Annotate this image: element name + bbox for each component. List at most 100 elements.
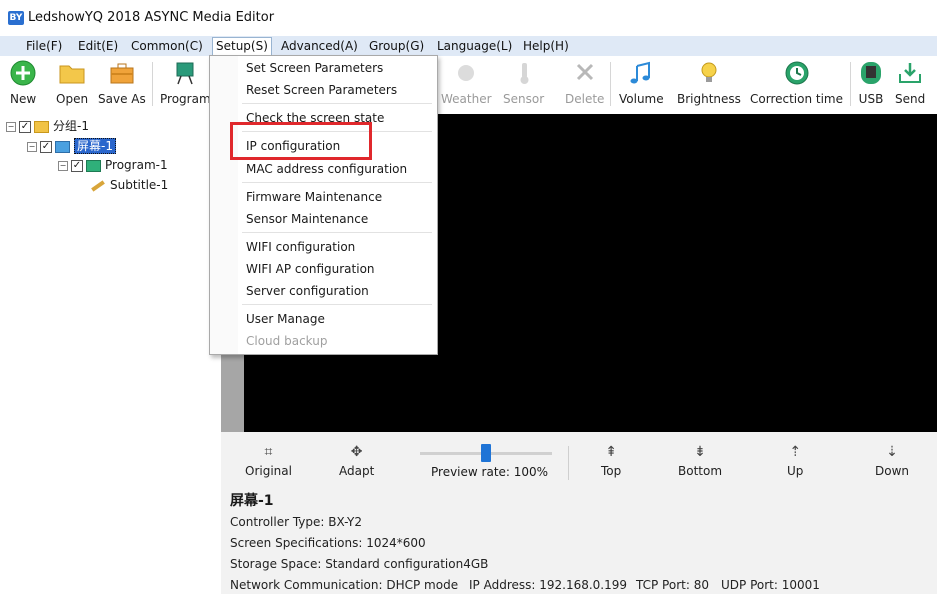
checkbox[interactable]: ✓	[40, 140, 52, 153]
correction-time-button[interactable]: Correction time	[750, 60, 843, 106]
usb-button[interactable]: USB	[857, 60, 885, 106]
lightbulb-icon	[701, 62, 717, 82]
adapt-button[interactable]: ✥ Adapt	[339, 444, 374, 478]
collapse-icon[interactable]: −	[27, 141, 37, 152]
tcp-port-text: TCP Port: 80	[636, 578, 709, 592]
thermometer-icon	[520, 63, 529, 84]
checkbox[interactable]: ✓	[71, 159, 83, 172]
collapse-icon[interactable]: −	[6, 121, 16, 132]
tree-item-label: 屏幕-1	[74, 138, 116, 154]
storage-text: Storage Space: Standard configuration4GB	[230, 557, 489, 571]
tree-item-screen[interactable]: − ✓ 屏幕-1	[27, 138, 116, 154]
udp-port-text: UDP Port: 10001	[721, 578, 820, 592]
menu-setup[interactable]: Setup(S)	[212, 37, 272, 56]
screen-icon	[55, 140, 70, 153]
menu-separator	[242, 103, 432, 104]
volume-button[interactable]: Volume	[619, 60, 664, 106]
toolbar-separator	[152, 62, 153, 106]
sensor-label: Sensor	[503, 92, 545, 106]
brightness-button[interactable]: Brightness	[677, 60, 741, 106]
program-button[interactable]: Program	[160, 60, 211, 106]
toolbar: New Open Save As Program Weather Sensor …	[0, 56, 937, 115]
checkbox[interactable]: ✓	[19, 120, 31, 133]
tree-item-label: 分组-1	[53, 119, 89, 133]
menu-separator	[242, 182, 432, 183]
menu-group[interactable]: Group(G)	[366, 38, 427, 54]
menu-edit[interactable]: Edit(E)	[75, 38, 121, 54]
send-button[interactable]: Send	[895, 60, 925, 106]
menu-item-sensor-maintenance[interactable]: Sensor Maintenance	[246, 210, 368, 228]
menu-item-firmware-maintenance[interactable]: Firmware Maintenance	[246, 188, 382, 206]
weather-button[interactable]: Weather	[441, 60, 492, 106]
folder-icon	[34, 120, 49, 133]
down-label: Down	[875, 464, 910, 478]
menu-advanced[interactable]: Advanced(A)	[278, 38, 361, 54]
menu-separator	[242, 304, 432, 305]
usb-drive-icon	[861, 62, 881, 84]
move-bottom-icon: ⇟	[694, 444, 706, 460]
original-button[interactable]: ⌗ Original	[245, 444, 292, 478]
menu-item-wifi-configuration[interactable]: WIFI configuration	[246, 238, 355, 256]
toolbar-separator	[610, 62, 611, 106]
send-label: Send	[895, 92, 926, 106]
x-icon	[576, 63, 593, 81]
move-top-icon: ⇞	[605, 444, 617, 460]
menu-language[interactable]: Language(L)	[434, 38, 515, 54]
menu-item-set-screen-parameters[interactable]: Set Screen Parameters	[246, 59, 383, 77]
open-button[interactable]: Open	[56, 60, 88, 106]
delete-label: Delete	[565, 92, 605, 106]
original-size-icon: ⌗	[264, 444, 273, 460]
setup-dropdown-menu: Set Screen Parameters Reset Screen Param…	[209, 55, 438, 355]
new-button[interactable]: New	[10, 60, 36, 106]
fit-arrows-icon: ✥	[350, 444, 363, 460]
tree-item-program[interactable]: − ✓ Program-1	[58, 157, 168, 173]
top-label: Top	[601, 464, 622, 478]
program-label: Program	[160, 92, 211, 106]
highlight-box	[230, 122, 372, 160]
download-tray-icon	[899, 63, 922, 83]
pencil-icon	[91, 179, 105, 192]
window-title: LedshowYQ 2018 ASYNC Media Editor	[28, 10, 275, 25]
weather-label: Weather	[441, 92, 492, 106]
music-note-icon	[630, 61, 651, 84]
briefcase-icon	[110, 63, 134, 84]
preview-rate-slider-thumb[interactable]	[481, 444, 491, 462]
up-label: Up	[787, 464, 804, 478]
network-text: Network Communication: DHCP mode	[230, 578, 459, 592]
control-separator	[568, 446, 569, 480]
save-as-label: Save As	[98, 92, 146, 106]
usb-label: USB	[858, 92, 884, 106]
menu-separator	[242, 232, 432, 233]
menu-item-reset-screen-parameters[interactable]: Reset Screen Parameters	[246, 81, 397, 99]
preview-rate-label: Preview rate: 100%	[431, 465, 549, 479]
move-up-icon: ⇡	[789, 444, 802, 460]
plus-circle-icon	[10, 60, 36, 86]
new-label: New	[10, 92, 37, 106]
menu-help[interactable]: Help(H)	[520, 38, 572, 54]
open-label: Open	[56, 92, 89, 106]
project-tree: − ✓ 分组-1 − ✓ 屏幕-1 − ✓ Program-1 Subtitle-1	[0, 114, 222, 594]
menu-item-server-configuration[interactable]: Server configuration	[246, 282, 369, 300]
menu-gutter	[210, 56, 238, 354]
app-icon: BY	[8, 11, 24, 25]
sensor-button[interactable]: Sensor	[503, 60, 544, 106]
up-button[interactable]: ⇡ Up	[787, 444, 803, 478]
top-button[interactable]: ⇞ Top	[601, 444, 621, 478]
collapse-icon[interactable]: −	[58, 160, 68, 171]
ip-address-text: IP Address: 192.168.0.199	[469, 578, 628, 592]
menu-common[interactable]: Common(C)	[128, 38, 206, 54]
folder-icon	[59, 65, 85, 84]
tree-item-subtitle[interactable]: Subtitle-1	[91, 177, 168, 193]
brightness-label: Brightness	[677, 92, 741, 106]
bottom-button[interactable]: ⇟ Bottom	[678, 444, 722, 478]
menu-file[interactable]: File(F)	[23, 38, 65, 54]
menu-item-user-manage[interactable]: User Manage	[246, 310, 325, 328]
delete-button[interactable]: Delete	[565, 60, 604, 106]
menu-item-mac-address-configuration[interactable]: MAC address configuration	[246, 160, 407, 178]
save-as-button[interactable]: Save As	[98, 60, 146, 106]
down-button[interactable]: ⇣ Down	[875, 444, 909, 478]
menu-item-wifi-ap-configuration[interactable]: WIFI AP configuration	[246, 260, 375, 278]
tree-item-group[interactable]: − ✓ 分组-1	[6, 118, 89, 134]
menu-item-cloud-backup: Cloud backup	[246, 334, 328, 348]
tree-item-label: Program-1	[105, 158, 168, 172]
